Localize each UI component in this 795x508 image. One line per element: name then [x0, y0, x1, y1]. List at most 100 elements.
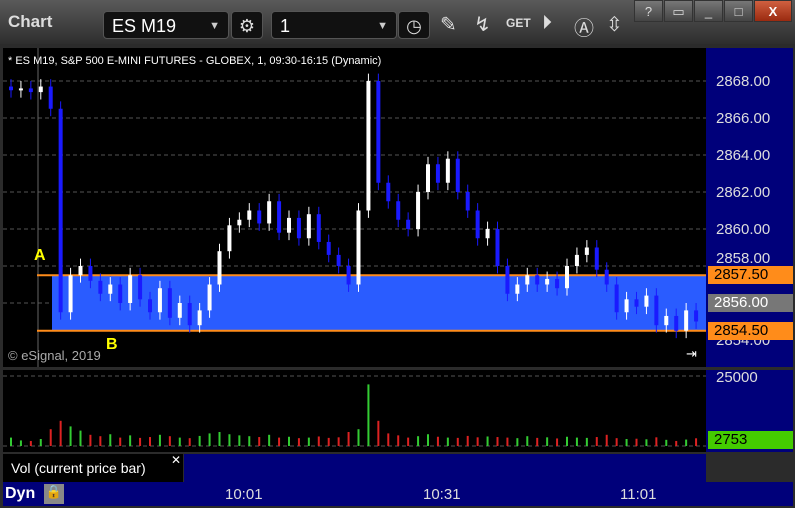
candle-body	[177, 303, 182, 318]
price-label: 2862.00	[716, 184, 771, 201]
candle-body	[584, 247, 589, 255]
volume-bar	[546, 437, 549, 446]
study-icon[interactable]: ↯	[474, 12, 491, 37]
volume-bar	[397, 435, 400, 446]
gear-icon[interactable]: ⚙	[231, 11, 263, 39]
layout-button[interactable]: ▭	[664, 0, 693, 22]
candle-body	[485, 229, 490, 239]
price-chart[interactable]	[3, 48, 706, 367]
volume-bar	[10, 437, 12, 446]
candle-body	[148, 299, 152, 313]
candle-body	[88, 266, 93, 281]
maximize-button[interactable]: □	[724, 0, 753, 22]
dynamic-mode-button[interactable]: Dyn 🔒	[3, 483, 65, 505]
candle-body	[634, 299, 639, 307]
volume-bar	[407, 437, 410, 446]
lock-icon[interactable]: 🔒	[44, 484, 64, 504]
candle-body	[128, 275, 133, 303]
volume-bar	[575, 437, 578, 446]
volume-bar	[605, 434, 608, 446]
interval-value: 1	[280, 16, 291, 36]
candle-body	[326, 241, 331, 255]
chevron-down-icon: ▼	[377, 20, 388, 32]
candle-body	[296, 217, 301, 239]
candle-body	[98, 280, 103, 294]
alert-icon[interactable]: Ⓐ	[574, 12, 594, 41]
candle-body	[495, 229, 500, 266]
link-icon[interactable]: ⇳	[606, 12, 623, 37]
volume-bar	[595, 437, 598, 446]
candle-body	[694, 310, 699, 322]
current-volume-tag: 2753	[708, 431, 793, 449]
candle-body	[306, 214, 311, 239]
help-button[interactable]: ?	[634, 0, 663, 22]
candle-body	[197, 310, 202, 326]
time-axis[interactable]: 10:01 10:31 11:01	[3, 482, 793, 506]
volume-bar	[367, 384, 370, 446]
volume-pane[interactable]	[3, 370, 706, 452]
candle-body	[217, 251, 222, 285]
volume-plot	[3, 375, 706, 447]
volume-label: Vol (current price bar)	[11, 460, 146, 476]
candle-body	[157, 288, 162, 313]
get-icon[interactable]: GET	[506, 16, 531, 30]
last-price-tag: 2856.00	[708, 294, 793, 312]
volume-bar	[139, 437, 142, 446]
price-label: 2858.00	[716, 250, 771, 267]
interval-select[interactable]: 1 ▼	[271, 11, 397, 39]
volume-bar	[307, 437, 310, 446]
candle-body	[475, 210, 480, 239]
close-study-icon[interactable]: ✕	[171, 453, 181, 467]
candle-body	[465, 192, 470, 211]
candle-body	[257, 210, 262, 224]
volume-bar	[49, 429, 52, 446]
close-button[interactable]: X	[754, 0, 792, 22]
copyright: © eSignal, 2019	[8, 348, 101, 363]
volume-bar	[109, 434, 112, 446]
volume-bar	[59, 420, 62, 446]
candle-body	[287, 217, 291, 233]
volume-bar	[39, 439, 42, 446]
candle-body	[445, 158, 450, 183]
volume-bar	[208, 433, 211, 446]
mode-label: Dyn	[5, 485, 36, 502]
play-icon[interactable]: ⏵	[542, 12, 552, 35]
candle-body	[406, 219, 411, 229]
volume-bar	[486, 436, 489, 446]
price-label: 2868.00	[716, 73, 771, 90]
candle-body	[664, 315, 669, 326]
pencil-icon[interactable]: ✎	[440, 12, 457, 37]
volume-bar	[536, 437, 539, 446]
symbol-select[interactable]: ES M19 ▼	[103, 11, 229, 39]
candle-body	[78, 266, 83, 276]
candle-body	[48, 86, 53, 109]
volume-bar	[288, 436, 290, 446]
clock-icon[interactable]: ◷	[398, 11, 430, 39]
candle-body	[455, 158, 460, 192]
volume-bar	[427, 434, 429, 446]
price-label: 2860.00	[716, 221, 771, 238]
volume-bar	[99, 436, 102, 446]
minimize-button[interactable]: _	[694, 0, 723, 22]
candle-body	[604, 269, 609, 285]
volume-study-label: Vol (current price bar)	[3, 454, 183, 482]
volume-bar	[357, 429, 360, 446]
volume-bar	[685, 439, 688, 446]
scroll-end-icon[interactable]: ⇥	[686, 346, 697, 362]
candle-body	[614, 284, 619, 313]
candle-body	[525, 275, 530, 285]
volume-bar	[317, 436, 320, 446]
candle-body	[68, 275, 73, 313]
volume-bar	[218, 432, 221, 446]
candle-body	[247, 210, 252, 220]
candle-body	[38, 86, 43, 93]
candle-body	[396, 201, 401, 220]
volume-bar	[327, 437, 330, 446]
candle-body	[277, 201, 282, 233]
volume-bar	[585, 437, 588, 446]
title-bar: Chart ES M19 ▼ ⚙ 1 ▼ ◷ ✎ ↯ GET ⏵ Ⓐ ⇳ ? ▭ _…	[0, 0, 795, 44]
candle-body	[28, 88, 33, 93]
candle-body	[227, 225, 232, 252]
price-axis[interactable]: 2868.00 2866.00 2864.00 2862.00 2860.00 …	[706, 48, 793, 367]
volume-bar	[149, 437, 151, 446]
